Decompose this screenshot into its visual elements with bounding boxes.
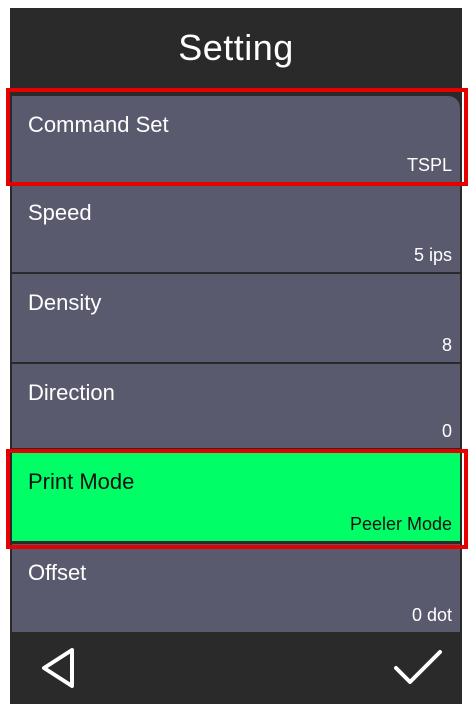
setting-value: 5 ips <box>413 245 452 265</box>
setting-value: Peeler Mode <box>349 514 452 534</box>
confirm-button[interactable] <box>388 642 448 694</box>
setting-row-direction[interactable]: Direction 0 <box>12 364 460 448</box>
setting-label: Density <box>28 290 102 315</box>
setting-row-command-set[interactable]: Command Set TSPL <box>12 96 460 182</box>
setting-value: 0 <box>441 421 452 441</box>
back-triangle-icon <box>42 648 74 688</box>
setting-label: Print Mode <box>28 469 135 494</box>
setting-value: 8 <box>441 335 452 355</box>
setting-value: TSPL <box>406 155 452 175</box>
bottom-nav-bar <box>10 632 462 704</box>
settings-screen: Setting Command Set TSPL Speed 5 ips Den… <box>10 8 462 704</box>
setting-label: Speed <box>28 200 92 225</box>
setting-row-speed[interactable]: Speed 5 ips <box>12 184 460 272</box>
page-title: Setting <box>178 27 294 68</box>
checkmark-icon <box>394 650 442 684</box>
setting-label: Command Set <box>28 112 169 137</box>
setting-label: Direction <box>28 380 115 405</box>
setting-row-offset[interactable]: Offset 0 dot <box>12 544 460 632</box>
back-button[interactable] <box>32 642 84 694</box>
title-bar: Setting <box>10 8 462 88</box>
setting-label: Offset <box>28 560 87 585</box>
setting-value: 0 dot <box>411 605 452 625</box>
setting-row-print-mode[interactable]: Print Mode Peeler Mode <box>12 453 460 541</box>
setting-row-density[interactable]: Density 8 <box>12 274 460 362</box>
